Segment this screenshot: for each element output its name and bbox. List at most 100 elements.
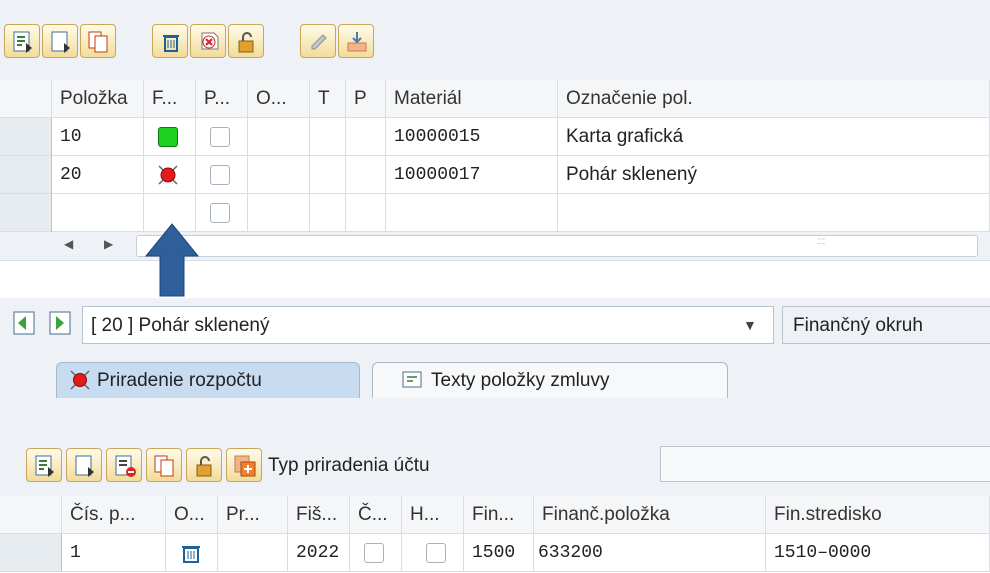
col-header-fin-stredisko[interactable]: Fin.stredisko: [766, 496, 990, 534]
edit-button[interactable]: [300, 24, 336, 58]
red-status-icon: [70, 370, 90, 390]
import-button[interactable]: [338, 24, 374, 58]
table-cell: [310, 156, 346, 194]
col-header-p[interactable]: P...: [196, 80, 248, 118]
col-header-fin[interactable]: Fin...: [464, 496, 534, 534]
checkbox-cell: [196, 118, 248, 156]
row-selector[interactable]: [0, 534, 62, 572]
delete-cell: [166, 534, 218, 572]
item-detail-header: [ 20 ] Pohár sklenený ▼ Finančný okruh: [0, 298, 990, 358]
cancel-icon: [201, 32, 219, 50]
row-selector-header[interactable]: [0, 80, 52, 118]
delete-button[interactable]: [152, 24, 188, 58]
col-header-cislo[interactable]: Čís. p...: [62, 496, 166, 534]
item-description: Pohár sklenený: [558, 156, 990, 194]
deselect-all-icon: [75, 455, 94, 477]
select-all-button[interactable]: [4, 24, 40, 58]
scroll-right-icon[interactable]: ▶: [104, 237, 113, 251]
tab-priradenie-rozpoctu[interactable]: Priradenie rozpočtu: [56, 362, 360, 399]
table-cell: [248, 118, 310, 156]
item-number: 10: [52, 118, 144, 156]
financial-area-label-box: Finančný okruh: [782, 306, 990, 344]
delete-icon[interactable]: [178, 540, 204, 566]
scrollbar-thumb[interactable]: :::: [136, 235, 978, 257]
col-header-p2[interactable]: P: [346, 80, 386, 118]
import-icon: [347, 32, 367, 52]
scroll-grip-icon: :::: [817, 236, 826, 247]
row-selector[interactable]: [0, 194, 52, 232]
table-cell: [248, 156, 310, 194]
col-header-h[interactable]: H...: [402, 496, 464, 534]
deselect-all-icon: [51, 31, 70, 53]
select-all-icon: [13, 31, 32, 53]
previous-item-icon[interactable]: [10, 308, 40, 338]
material-number: 10000015: [386, 118, 558, 156]
add-button[interactable]: [226, 448, 262, 482]
row-selector-header[interactable]: [0, 496, 62, 534]
cancel-button[interactable]: [190, 24, 226, 58]
select-all-button[interactable]: [26, 448, 62, 482]
delete-row-button[interactable]: [106, 448, 142, 482]
table-cell: [52, 194, 144, 232]
tab-content: Typ priradenia účtu Čís. p... O... Pr...…: [0, 398, 990, 573]
checkbox[interactable]: [426, 543, 446, 563]
chevron-down-icon[interactable]: ▼: [743, 317, 757, 333]
col-header-c[interactable]: Č...: [350, 496, 402, 534]
checkbox-cell: [196, 156, 248, 194]
select-all-icon: [35, 455, 54, 477]
table-cell: [310, 118, 346, 156]
item-selector-dropdown[interactable]: [ 20 ] Pohár sklenený ▼: [82, 306, 774, 344]
fund: 1500: [464, 534, 534, 572]
top-toolbar: [0, 0, 990, 80]
table-cell: [346, 156, 386, 194]
copy-button[interactable]: [146, 448, 182, 482]
lock-button[interactable]: [186, 448, 222, 482]
table-cell: [218, 534, 288, 572]
account-assignment-field[interactable]: [660, 446, 990, 482]
col-header-fiskal[interactable]: Fiš...: [288, 496, 350, 534]
green-status-icon: [158, 127, 178, 147]
item-description: Karta grafická: [558, 118, 990, 156]
lock-icon: [238, 32, 254, 53]
copy-button[interactable]: [80, 24, 116, 58]
copy-icon: [154, 455, 174, 477]
status-cell: [144, 118, 196, 156]
status-cell: [144, 156, 196, 194]
next-item-icon[interactable]: [46, 308, 76, 338]
tab-label: Priradenie rozpočtu: [97, 370, 262, 391]
col-header-material[interactable]: Materiál: [386, 80, 558, 118]
checkbox[interactable]: [210, 127, 230, 147]
col-header-financ-polozka[interactable]: Finanč.položka: [534, 496, 766, 534]
col-header-t[interactable]: T: [310, 80, 346, 118]
table-cell: [346, 194, 386, 232]
tab-texty-polozky-zmluvy[interactable]: Texty položky zmluvy: [372, 362, 728, 398]
deselect-all-button[interactable]: [42, 24, 78, 58]
row-selector[interactable]: [0, 156, 52, 194]
deselect-all-button[interactable]: [66, 448, 102, 482]
col-header-o[interactable]: O...: [166, 496, 218, 534]
account-assignment-label: Typ priradenia účtu: [268, 455, 430, 476]
row-selector[interactable]: [0, 118, 52, 156]
table-cell: [386, 194, 558, 232]
checkbox[interactable]: [210, 203, 230, 223]
red-status-icon: [158, 165, 178, 185]
delete-icon: [163, 35, 179, 52]
financial-center: 1510–0000: [766, 534, 990, 572]
lock-button[interactable]: [228, 24, 264, 58]
table-cell: [310, 194, 346, 232]
delete-row-icon: [115, 455, 136, 477]
col-header-pr[interactable]: Pr...: [218, 496, 288, 534]
lock-icon: [196, 456, 212, 477]
financial-area-label: Finančný okruh: [793, 315, 923, 336]
col-header-f[interactable]: F...: [144, 80, 196, 118]
fiscal-year: 2022: [288, 534, 350, 572]
table-cell: [558, 194, 990, 232]
checkbox[interactable]: [210, 165, 230, 185]
checkbox[interactable]: [364, 543, 384, 563]
col-header-oznacenie[interactable]: Označenie pol.: [558, 80, 990, 118]
col-header-polozka[interactable]: Položka: [52, 80, 144, 118]
financial-item: 633200: [534, 534, 766, 572]
tab-label: Texty položky zmluvy: [431, 370, 610, 391]
col-header-o[interactable]: O...: [248, 80, 310, 118]
scroll-left-icon[interactable]: ◀: [64, 237, 73, 251]
